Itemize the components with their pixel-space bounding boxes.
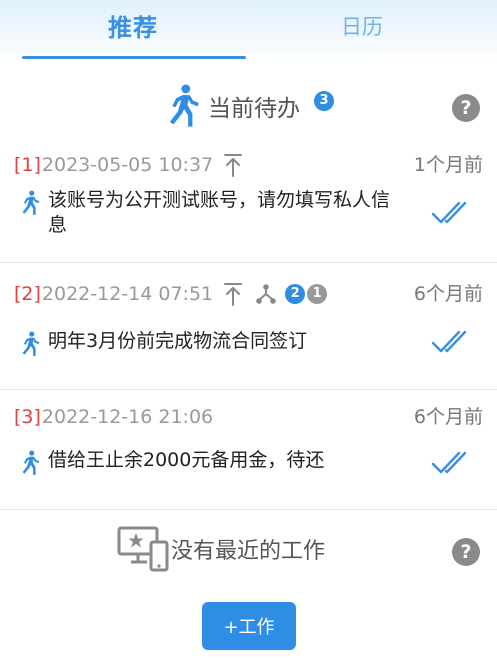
divider	[0, 389, 497, 390]
running-person-icon	[169, 84, 199, 127]
tab-calendar[interactable]: 日历	[341, 11, 383, 41]
devices-star-icon	[117, 526, 169, 572]
todo-relative-time: 6个月前	[413, 283, 483, 305]
todo-section-title: 当前待办	[208, 96, 300, 122]
todo-index: [2]	[14, 283, 41, 305]
recent-work-empty-text: 没有最近的工作	[171, 539, 326, 564]
share-icon[interactable]	[255, 283, 277, 305]
add-work-button[interactable]: +工作	[202, 602, 296, 650]
running-person-icon	[22, 331, 40, 356]
todo-datetime: 2022-12-16 21:06	[41, 406, 214, 428]
todo-text: 明年3月份前完成物流合同签订	[48, 330, 308, 352]
complete-check-icon[interactable]	[431, 329, 467, 355]
recent-work-empty-state: 没有最近的工作	[117, 526, 325, 572]
todo-item-header: [2] 2022-12-14 07:51 2 1	[14, 281, 328, 307]
todo-count-badge: 3	[314, 91, 334, 111]
todo-index: [1]	[14, 154, 41, 176]
todo-text: 借给王止余2000元备用金，待还	[48, 449, 325, 471]
todo-section-header: 当前待办	[162, 82, 300, 130]
todo-item-body: 借给王止余2000元备用金，待还	[18, 448, 398, 476]
share-count-badge: 2	[285, 284, 306, 304]
todo-item-header: [3] 2022-12-16 21:06	[14, 404, 213, 430]
todo-text: 该账号为公开测试账号，请勿填写私人信息	[48, 189, 391, 236]
todo-relative-time: 1个月前	[413, 154, 483, 176]
todo-item-header: [1] 2023-05-05 10:37	[14, 152, 243, 178]
complete-check-icon[interactable]	[431, 200, 467, 226]
todo-datetime: 2022-12-14 07:51	[41, 283, 214, 305]
divider	[0, 509, 497, 510]
tab-recommend[interactable]: 推荐	[108, 8, 158, 43]
tab-bar: 推荐 日历	[0, 0, 497, 62]
running-person-icon	[22, 450, 40, 475]
todo-index: [3]	[14, 406, 41, 428]
pin-top-icon[interactable]	[223, 153, 243, 177]
divider	[0, 262, 497, 263]
todo-item-body: 该账号为公开测试账号，请勿填写私人信息	[18, 188, 398, 238]
recent-help-icon[interactable]: ?	[452, 538, 480, 566]
todo-item-body: 明年3月份前完成物流合同签订	[18, 329, 398, 357]
complete-check-icon[interactable]	[431, 450, 467, 476]
todo-relative-time: 6个月前	[413, 406, 483, 428]
comment-count-badge: 1	[307, 284, 328, 304]
pin-top-icon[interactable]	[223, 282, 243, 306]
active-tab-indicator	[22, 56, 246, 59]
running-person-icon	[22, 190, 40, 215]
todo-help-icon[interactable]: ?	[452, 94, 480, 122]
todo-datetime: 2023-05-05 10:37	[41, 154, 214, 176]
